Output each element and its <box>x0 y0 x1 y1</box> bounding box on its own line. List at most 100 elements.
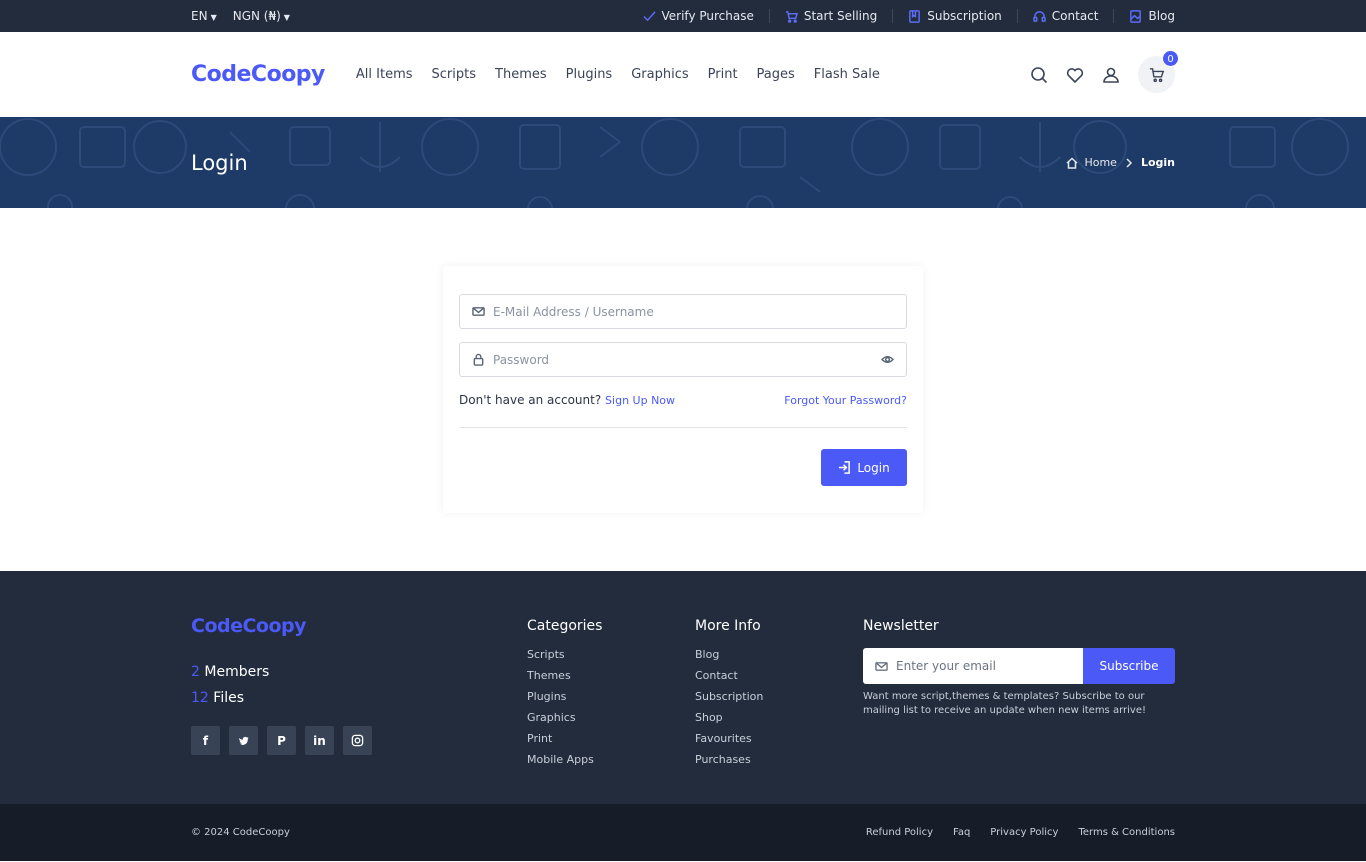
home-icon <box>1066 156 1078 169</box>
main-nav: All Items Scripts Themes Plugins Graphic… <box>356 67 880 82</box>
faq-link[interactable]: Faq <box>953 827 970 838</box>
nav-plugins[interactable]: Plugins <box>566 67 613 82</box>
nav-pages[interactable]: Pages <box>757 67 795 82</box>
contact-label: Contact <box>1051 9 1099 23</box>
email-field[interactable] <box>459 294 907 329</box>
email-input[interactable] <box>493 304 894 319</box>
page-title: Login <box>191 150 248 175</box>
language-label: EN <box>191 9 208 23</box>
members-count: 2 <box>191 664 200 680</box>
main-content: Don't have an account? Sign Up Now Forgo… <box>0 208 1366 571</box>
cart-count-badge: 0 <box>1162 50 1179 67</box>
start-selling-label: Start Selling <box>803 9 878 23</box>
facebook-icon[interactable]: f <box>191 726 220 755</box>
newsletter-placeholder: Enter your email <box>896 659 996 673</box>
footer-link-themes[interactable]: Themes <box>527 669 695 690</box>
terms-link[interactable]: Terms & Conditions <box>1078 827 1175 838</box>
envelope-icon <box>472 307 485 316</box>
blog-label: Blog <box>1148 9 1175 23</box>
login-card: Don't have an account? Sign Up Now Forgo… <box>443 266 923 513</box>
login-button[interactable]: Login <box>821 449 907 486</box>
newsletter-email-field[interactable]: Enter your email <box>863 648 1083 684</box>
footer-link-shop[interactable]: Shop <box>695 711 863 732</box>
pinterest-icon[interactable]: P <box>267 726 296 755</box>
cart-button[interactable]: 0 <box>1138 50 1179 93</box>
main-header: CodeCoopy All Items Scripts Themes Plugi… <box>0 32 1366 117</box>
sign-in-icon <box>839 461 851 474</box>
contact-link[interactable]: Contact <box>1016 9 1114 23</box>
footer-link-plugins[interactable]: Plugins <box>527 690 695 711</box>
book-icon <box>909 9 921 23</box>
headset-icon <box>1032 10 1046 22</box>
search-icon[interactable] <box>1030 66 1048 84</box>
files-label: Files <box>213 690 245 706</box>
bottom-bar: © 2024 CodeCoopy Refund Policy Faq Priva… <box>0 804 1366 861</box>
files-stat: 12 Files <box>191 685 527 711</box>
divider <box>459 427 907 428</box>
more-info-title: More Info <box>695 618 761 634</box>
forgot-password-link[interactable]: Forgot Your Password? <box>784 394 907 407</box>
language-selector[interactable]: EN ▼ <box>191 9 217 23</box>
verify-purchase-link[interactable]: Verify Purchase <box>628 9 769 23</box>
footer-link-graphics[interactable]: Graphics <box>527 711 695 732</box>
subscription-label: Subscription <box>927 9 1002 23</box>
members-label: Members <box>204 664 270 680</box>
breadcrumb: Home Login <box>1066 156 1175 169</box>
password-input[interactable] <box>493 352 881 367</box>
blog-link[interactable]: Blog <box>1113 9 1175 23</box>
lock-icon <box>473 353 484 366</box>
cart-icon <box>1149 67 1164 82</box>
nav-all-items[interactable]: All Items <box>356 67 413 82</box>
subscribe-button[interactable]: Subscribe <box>1083 648 1175 684</box>
footer-link-blog[interactable]: Blog <box>695 648 863 669</box>
footer-link-subscription[interactable]: Subscription <box>695 690 863 711</box>
heart-icon[interactable] <box>1066 66 1084 84</box>
instagram-glyph <box>351 734 364 747</box>
start-selling-link[interactable]: Start Selling <box>768 9 892 23</box>
site-logo[interactable]: CodeCoopy <box>191 62 325 87</box>
footer-link-purchases[interactable]: Purchases <box>695 753 863 774</box>
privacy-policy-link[interactable]: Privacy Policy <box>990 827 1058 838</box>
top-bar: EN ▼ NGN (₦) ▼ Verify Purchase Start Selli… <box>0 0 1366 32</box>
password-field[interactable] <box>459 342 907 377</box>
footer-link-scripts[interactable]: Scripts <box>527 648 695 669</box>
cart-icon <box>785 10 798 23</box>
footer-link-print[interactable]: Print <box>527 732 695 753</box>
chevron-right-icon <box>1126 157 1133 168</box>
newsletter-text: Want more script,themes & templates? Sub… <box>863 691 1146 716</box>
envelope-icon <box>875 661 888 671</box>
logo-text: CodeCoopy <box>191 62 325 87</box>
newsletter-form: Enter your email Subscribe <box>863 648 1175 684</box>
nav-graphics[interactable]: Graphics <box>631 67 688 82</box>
no-account-text: Don't have an account? <box>459 393 602 407</box>
refund-policy-link[interactable]: Refund Policy <box>866 827 933 838</box>
footer-link-contact[interactable]: Contact <box>695 669 863 690</box>
sign-up-link[interactable]: Sign Up Now <box>605 394 675 407</box>
breadcrumb-home[interactable]: Home <box>1084 156 1116 169</box>
twitter-glyph <box>238 736 249 745</box>
login-button-label: Login <box>857 460 890 475</box>
eye-icon[interactable] <box>881 353 894 366</box>
nav-flash-sale[interactable]: Flash Sale <box>814 67 880 82</box>
nav-themes[interactable]: Themes <box>495 67 547 82</box>
footer-logo-text: CodeCoopy <box>191 615 307 637</box>
caret-down-icon: ▼ <box>283 13 290 22</box>
page-banner: Login Home Login <box>0 117 1366 208</box>
nav-print[interactable]: Print <box>708 67 738 82</box>
footer-link-mobile-apps[interactable]: Mobile Apps <box>527 753 695 774</box>
twitter-icon[interactable] <box>229 726 258 755</box>
categories-title: Categories <box>527 618 603 634</box>
footer-logo[interactable]: CodeCoopy <box>191 615 527 637</box>
nav-scripts[interactable]: Scripts <box>432 67 476 82</box>
currency-label: NGN (₦) <box>232 9 281 23</box>
user-icon[interactable] <box>1102 66 1120 84</box>
subscription-link[interactable]: Subscription <box>892 9 1017 23</box>
caret-down-icon: ▼ <box>210 13 217 22</box>
linkedin-icon[interactable]: in <box>305 726 334 755</box>
verify-purchase-label: Verify Purchase <box>661 9 754 23</box>
check-icon <box>642 10 656 21</box>
footer-link-favourites[interactable]: Favourites <box>695 732 863 753</box>
newsletter-title: Newsletter <box>863 618 939 634</box>
instagram-icon[interactable] <box>343 726 372 755</box>
currency-selector[interactable]: NGN (₦) ▼ <box>233 9 290 23</box>
